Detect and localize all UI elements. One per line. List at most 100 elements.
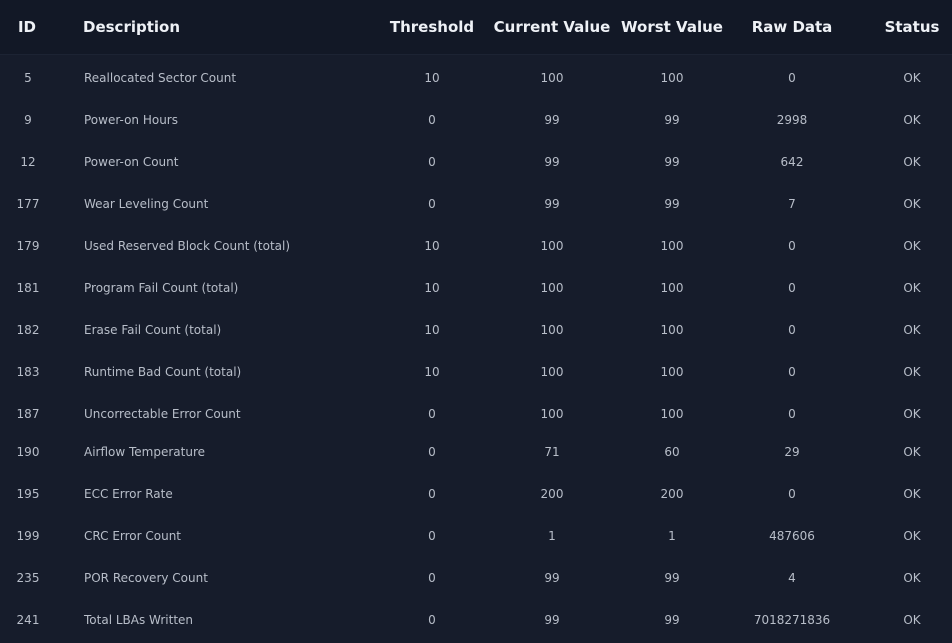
cell-raw-data: 0 — [788, 487, 796, 501]
cell-status: OK — [903, 71, 921, 85]
cell-raw-data: 0 — [788, 407, 796, 421]
table-row[interactable]: 241 Total LBAs Written 0 99 99 7018271836 OK — [0, 599, 952, 639]
cell-id: 241 — [16, 613, 40, 627]
cell-id: 187 — [16, 407, 40, 421]
cell-threshold: 0 — [428, 445, 436, 459]
cell-status: OK — [903, 197, 921, 211]
cell-id: 199 — [16, 529, 40, 543]
cell-status: OK — [903, 113, 921, 127]
cell-description: Power-on Hours — [84, 113, 178, 127]
cell-raw-data: 0 — [788, 281, 796, 295]
table-row[interactable]: 195 ECC Error Rate 0 200 200 0 OK — [0, 473, 952, 513]
cell-worst-value: 100 — [660, 239, 684, 253]
cell-description: Runtime Bad Count (total) — [84, 365, 242, 379]
smart-attributes-table: ID Description Threshold Current Value W… — [0, 0, 952, 643]
table-row[interactable]: 235 POR Recovery Count 0 99 99 4 OK — [0, 557, 952, 597]
cell-current-value: 99 — [544, 197, 560, 211]
table-row[interactable]: 199 CRC Error Count 0 1 1 487606 OK — [0, 515, 952, 555]
table-row[interactable]: 12 Power-on Count 0 99 99 642 OK — [0, 141, 952, 181]
cell-id: 183 — [16, 365, 40, 379]
cell-raw-data: 7 — [788, 197, 796, 211]
cell-id: 9 — [24, 113, 32, 127]
cell-threshold: 0 — [428, 571, 436, 585]
cell-raw-data: 4 — [788, 571, 796, 585]
cell-description: Power-on Count — [84, 155, 179, 169]
cell-description: Uncorrectable Error Count — [84, 407, 241, 421]
cell-threshold: 0 — [428, 613, 436, 627]
table-header: ID Description Threshold Current Value W… — [0, 0, 952, 55]
cell-id: 195 — [16, 487, 40, 501]
table-row[interactable]: 190 Airflow Temperature 0 71 60 29 OK — [0, 431, 952, 471]
column-header-threshold[interactable]: Threshold — [372, 0, 492, 54]
cell-current-value: 99 — [544, 155, 560, 169]
cell-description: ECC Error Rate — [84, 487, 173, 501]
cell-status: OK — [903, 239, 921, 253]
column-header-worst-value[interactable]: Worst Value — [612, 0, 732, 54]
table-row[interactable]: 179 Used Reserved Block Count (total) 10 10… — [0, 225, 952, 265]
cell-worst-value: 1 — [668, 529, 676, 543]
cell-worst-value: 99 — [664, 613, 680, 627]
cell-current-value: 100 — [540, 281, 564, 295]
cell-threshold: 0 — [428, 197, 436, 211]
column-header-raw-data[interactable]: Raw Data — [732, 0, 852, 54]
cell-description: Airflow Temperature — [84, 445, 206, 459]
cell-description: Wear Leveling Count — [84, 197, 209, 211]
cell-description: POR Recovery Count — [84, 571, 208, 585]
cell-status: OK — [903, 487, 921, 501]
cell-raw-data: 642 — [780, 155, 804, 169]
cell-threshold: 10 — [424, 71, 440, 85]
column-header-current-value[interactable]: Current Value — [492, 0, 612, 54]
cell-current-value: 200 — [540, 487, 564, 501]
cell-threshold: 10 — [424, 365, 440, 379]
cell-worst-value: 99 — [664, 571, 680, 585]
cell-raw-data: 487606 — [769, 529, 815, 543]
cell-status: OK — [903, 281, 921, 295]
cell-worst-value: 60 — [664, 445, 680, 459]
table-row[interactable]: 5 Reallocated Sector Count 10 100 100 0 OK — [0, 57, 952, 97]
cell-id: 177 — [16, 197, 40, 211]
cell-id: 179 — [16, 239, 40, 253]
cell-status: OK — [903, 529, 921, 543]
cell-id: 181 — [16, 281, 40, 295]
cell-current-value: 100 — [540, 71, 564, 85]
column-header-status[interactable]: Status — [872, 0, 952, 54]
cell-current-value: 100 — [540, 239, 564, 253]
cell-current-value: 100 — [540, 323, 564, 337]
column-header-id[interactable]: ID — [0, 0, 54, 54]
cell-worst-value: 99 — [664, 113, 680, 127]
cell-raw-data: 29 — [784, 445, 800, 459]
cell-worst-value: 99 — [664, 155, 680, 169]
column-header-description[interactable]: Description — [83, 0, 383, 54]
cell-worst-value: 99 — [664, 197, 680, 211]
cell-description: Used Reserved Block Count (total) — [84, 239, 291, 253]
cell-threshold: 0 — [428, 113, 436, 127]
table-row[interactable]: 177 Wear Leveling Count 0 99 99 7 OK — [0, 183, 952, 223]
table-row[interactable]: 9 Power-on Hours 0 99 99 2998 OK — [0, 99, 952, 139]
cell-status: OK — [903, 365, 921, 379]
cell-raw-data: 0 — [788, 323, 796, 337]
cell-threshold: 10 — [424, 281, 440, 295]
cell-id: 5 — [24, 71, 32, 85]
cell-description: Total LBAs Written — [84, 613, 194, 627]
cell-worst-value: 200 — [660, 487, 684, 501]
table-row[interactable]: 183 Runtime Bad Count (total) 10 100 100 0 OK — [0, 351, 952, 391]
cell-current-value: 1 — [548, 529, 556, 543]
cell-status: OK — [903, 407, 921, 421]
cell-current-value: 100 — [540, 407, 564, 421]
cell-status: OK — [903, 155, 921, 169]
cell-worst-value: 100 — [660, 323, 684, 337]
cell-worst-value: 100 — [660, 281, 684, 295]
table-row[interactable]: 187 Uncorrectable Error Count 0 100 100 0 OK — [0, 393, 952, 433]
cell-id: 182 — [16, 323, 40, 337]
cell-description: Erase Fail Count (total) — [84, 323, 222, 337]
cell-worst-value: 100 — [660, 71, 684, 85]
cell-raw-data: 0 — [788, 239, 796, 253]
cell-status: OK — [903, 571, 921, 585]
cell-id: 12 — [20, 155, 36, 169]
cell-id: 190 — [16, 445, 40, 459]
table-row[interactable]: 182 Erase Fail Count (total) 10 100 100 0 OK — [0, 309, 952, 349]
cell-status: OK — [903, 445, 921, 459]
cell-current-value: 99 — [544, 613, 560, 627]
cell-threshold: 0 — [428, 529, 436, 543]
table-row[interactable]: 181 Program Fail Count (total) 10 100 100 0 OK — [0, 267, 952, 307]
